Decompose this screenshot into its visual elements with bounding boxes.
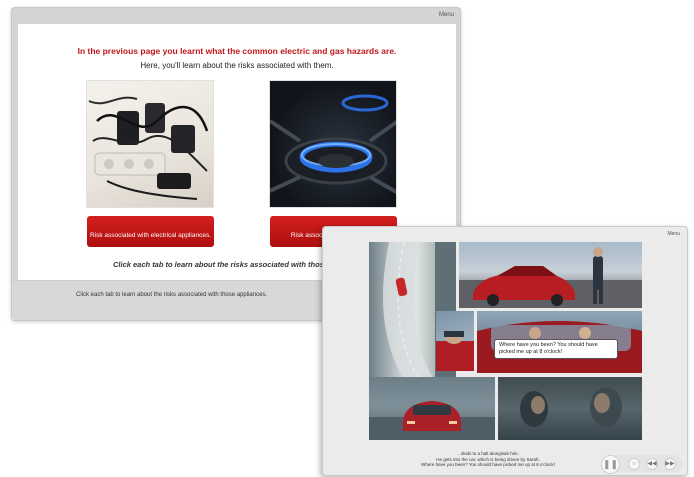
back-button[interactable]: ◀◀ — [646, 458, 658, 470]
forward-button[interactable]: ▶▶ — [664, 458, 676, 470]
caption-line: Where have you been? You should have pic… — [421, 462, 555, 467]
slide-heading: In the previous page you learnt what the… — [77, 46, 397, 56]
replay-button[interactable]: ○ — [628, 458, 640, 470]
electrical-appliances-image — [86, 80, 214, 208]
pause-button[interactable]: ❚❚ — [601, 455, 620, 474]
course-window-front: Menu Where have you been? You should hav… — [322, 226, 688, 476]
gas-flame-image — [269, 80, 397, 208]
menu-button[interactable]: Menu — [439, 12, 454, 18]
playback-controls: ❚❚ ○ ◀◀ ▶▶ — [601, 455, 683, 474]
speech-bubble: Where have you been? You should have pic… — [494, 339, 618, 359]
slide-subheading: Here, you'll learn about the risks assoc… — [140, 61, 334, 70]
comic-panel-hand-on-handle — [436, 311, 474, 371]
caption-text: Click each tab to learn about the risks … — [76, 292, 268, 298]
comic-panel-couple-in-car — [498, 377, 642, 440]
window-topbar: Menu — [12, 8, 460, 24]
instruction-text: Click each tab to learn about the risks … — [113, 260, 329, 269]
comic-panel-red-car-rear — [369, 377, 495, 440]
risk-electrical-button[interactable]: Risk associated with electrical applianc… — [87, 216, 214, 247]
comic-panel-man-and-car — [459, 242, 642, 308]
story-caption: ...skids to a halt alongside him. He get… — [363, 451, 613, 468]
menu-button[interactable]: Menu — [667, 231, 680, 237]
